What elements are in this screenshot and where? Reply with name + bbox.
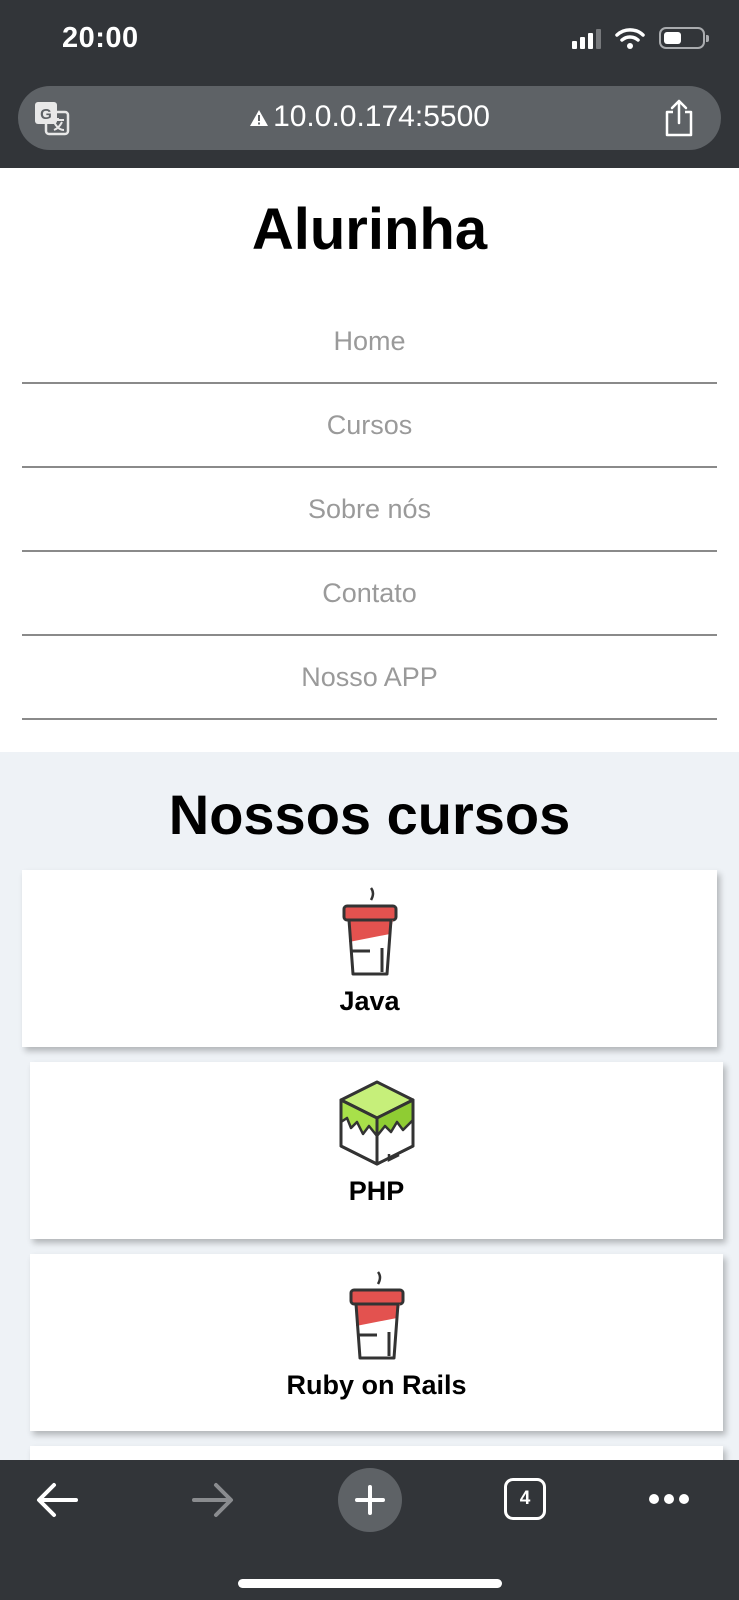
course-card-php[interactable]: PHP — [30, 1062, 723, 1239]
browser-top-bar: 20:00 G 10.0.0.174:5500 — [0, 0, 739, 168]
forward-icon[interactable] — [190, 1480, 236, 1520]
nav-item-nosso-app[interactable]: Nosso APP — [22, 636, 717, 720]
courses-title: Nossos cursos — [168, 783, 571, 846]
course-label: Java — [339, 986, 400, 1016]
tabs-button[interactable]: 4 — [504, 1478, 546, 1520]
course-card-java[interactable]: Java — [22, 870, 717, 1047]
more-icon[interactable] — [648, 1492, 690, 1506]
battery-icon — [659, 27, 709, 49]
url-text: 10.0.0.174:5500 — [273, 100, 490, 133]
course-label: Ruby on Rails — [286, 1370, 467, 1400]
back-icon[interactable] — [34, 1480, 80, 1520]
nav-item-home[interactable]: Home — [22, 300, 717, 384]
warning-icon — [250, 110, 269, 127]
share-icon[interactable] — [661, 98, 697, 138]
cellular-signal-icon — [572, 27, 601, 49]
nav-item-sobre-nos[interactable]: Sobre nós — [22, 468, 717, 552]
nav-item-contato[interactable]: Contato — [22, 552, 717, 636]
main-nav: Home Cursos Sobre nós Contato Nosso APP — [22, 300, 717, 720]
course-card-ruby-on-rails[interactable]: Ruby on Rails — [30, 1254, 723, 1431]
home-indicator — [238, 1579, 502, 1588]
plus-icon — [355, 1485, 385, 1515]
course-label: PHP — [348, 1176, 405, 1206]
site-title: Alurinha — [251, 197, 488, 262]
cube-icon — [339, 1080, 414, 1166]
status-icons — [572, 26, 709, 50]
new-tab-button[interactable] — [338, 1468, 402, 1532]
address-bar[interactable]: G 10.0.0.174:5500 — [18, 86, 721, 150]
coffee-cup-icon — [349, 1271, 404, 1360]
nav-item-cursos[interactable]: Cursos — [22, 384, 717, 468]
tab-count: 4 — [519, 1488, 531, 1509]
status-time: 20:00 — [62, 22, 139, 54]
coffee-cup-icon — [342, 887, 397, 976]
wifi-icon — [615, 28, 645, 49]
url-field[interactable]: 10.0.0.174:5500 — [18, 100, 721, 134]
